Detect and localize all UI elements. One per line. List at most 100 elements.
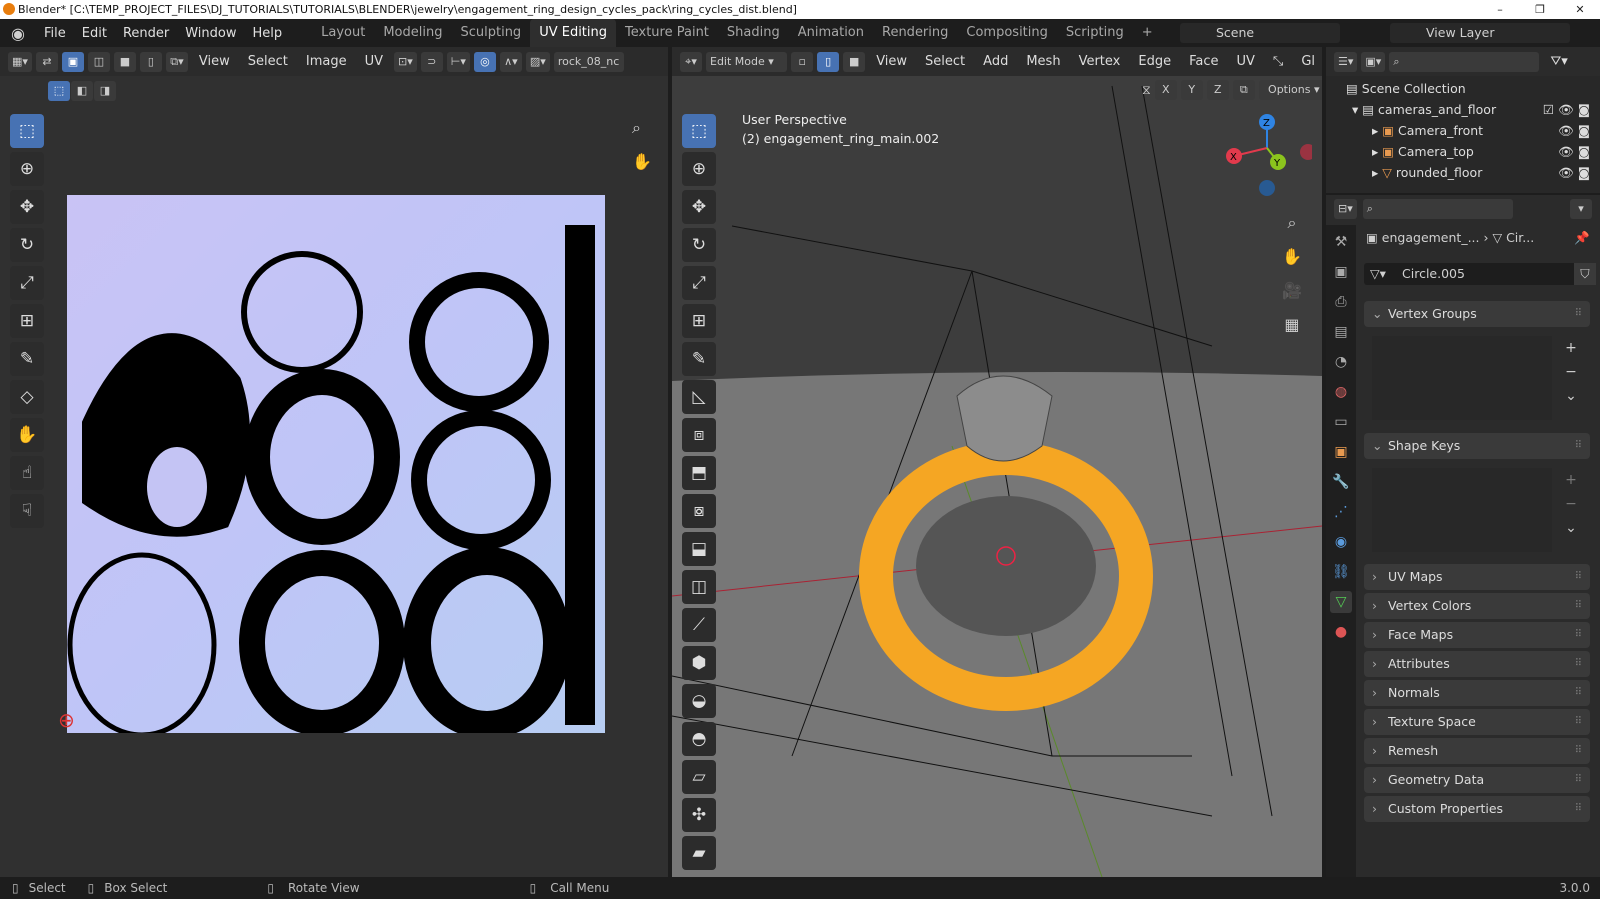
tab-sculpting[interactable]: Sculpting xyxy=(451,19,530,47)
falloff-icon[interactable]: ∧▾ xyxy=(499,51,522,72)
visibility-icons[interactable]: 👁 ◙ xyxy=(1558,120,1590,141)
material-tab-icon[interactable]: ● xyxy=(1330,621,1352,643)
mode-selector[interactable]: Edit Mode ▾ xyxy=(706,51,788,72)
smooth-tool-icon[interactable]: ◓ xyxy=(682,722,716,756)
face-select-mode-icon[interactable]: ■ xyxy=(113,51,136,72)
bevel-tool-icon[interactable]: ⬓ xyxy=(682,532,716,566)
pan-view-icon[interactable]: ✋ xyxy=(632,152,652,171)
tab-shading[interactable]: Shading xyxy=(718,19,789,47)
vertex-mode-icon[interactable]: ▫ xyxy=(791,51,814,72)
section-vertex-colors[interactable]: › Vertex Colors ⠿ xyxy=(1364,593,1590,619)
inset-tool-icon[interactable]: ⧇ xyxy=(682,494,716,528)
cursor-tool-icon[interactable]: ⊕ xyxy=(10,152,44,186)
physics-tab-icon[interactable]: ◉ xyxy=(1330,531,1352,553)
tab-texture-paint[interactable]: Texture Paint xyxy=(616,19,718,47)
vertex-select-mode-icon[interactable]: ▣ xyxy=(61,51,84,72)
outliner-item-scene-collection[interactable]: ▤ Scene Collection xyxy=(1326,78,1600,99)
section-attributes[interactable]: › Attributes ⠿ xyxy=(1364,651,1590,677)
image-browse-icon[interactable]: ▨▾ xyxy=(525,51,550,72)
uv-editor[interactable]: ⬚ ◧ ◨ ⬚ ⊕ ✥ ↻ ⤢ ⊞ ✎ ◇ ✋ ☝ ☟ ⌕ ✋ ⊕ xyxy=(0,76,668,877)
tab-modeling[interactable]: Modeling xyxy=(374,19,451,47)
sync-selection-icon[interactable]: ⇄ xyxy=(35,51,58,72)
remove-vertex-group-icon[interactable]: − xyxy=(1560,360,1582,384)
loop-cut-tool-icon[interactable]: ◫ xyxy=(682,570,716,604)
section-normals[interactable]: › Normals ⠿ xyxy=(1364,680,1590,706)
viewport-menu-view[interactable]: View xyxy=(869,54,914,69)
visibility-icons[interactable]: ☑ 👁 ◙ xyxy=(1543,99,1590,120)
pivot-icon[interactable]: ⊡▾ xyxy=(394,51,417,72)
viewport-menu-vertex[interactable]: Vertex xyxy=(1072,54,1128,69)
island-select-mode-icon[interactable]: ▯ xyxy=(139,51,162,72)
camera-view-icon[interactable]: 🎥 xyxy=(1282,274,1302,308)
edge-mode-icon[interactable]: ▯ xyxy=(817,51,840,72)
scale-tool-icon[interactable]: ⤢ xyxy=(682,266,716,300)
knife-tool-icon[interactable]: ⟋ xyxy=(682,608,716,642)
mirror-x-toggle[interactable]: X xyxy=(1154,80,1177,100)
outliner-type-icon[interactable]: ☰▾ xyxy=(1334,51,1358,72)
menu-file[interactable]: File xyxy=(36,26,74,41)
view-layer-selector[interactable]: View Layer xyxy=(1390,23,1570,43)
blender-menu-icon[interactable]: ◉ xyxy=(0,24,36,43)
section-remesh[interactable]: › Remesh ⠿ xyxy=(1364,738,1590,764)
mirror-z-toggle[interactable]: Z xyxy=(1206,80,1229,100)
shape-key-menu-icon[interactable]: ⌄ xyxy=(1560,516,1582,540)
mirror-y-toggle[interactable]: Y xyxy=(1180,80,1203,100)
uv-menu-view[interactable]: View xyxy=(192,54,237,69)
transform-orientation-icon[interactable]: ⤡ xyxy=(1266,54,1290,69)
menu-help[interactable]: Help xyxy=(245,26,291,41)
modifier-tab-icon[interactable]: 🔧 xyxy=(1330,471,1352,493)
remove-shape-key-icon[interactable]: − xyxy=(1560,492,1582,516)
menu-render[interactable]: Render xyxy=(115,26,177,41)
section-shape-keys[interactable]: ⌄ Shape Keys ⠿ xyxy=(1364,433,1590,459)
mesh-data-tab-icon[interactable]: ▽ xyxy=(1330,591,1352,613)
properties-search-input[interactable]: ⌕ xyxy=(1362,199,1513,219)
spin-tool-icon[interactable]: ◒ xyxy=(682,684,716,718)
visibility-icons[interactable]: 👁 ◙ xyxy=(1558,141,1590,162)
vertex-groups-list[interactable] xyxy=(1372,336,1552,420)
viewport-menu-select[interactable]: Select xyxy=(918,54,972,69)
mirror-icon[interactable]: ⧖ xyxy=(1142,82,1151,98)
view-layer-tab-icon[interactable]: ▤ xyxy=(1330,321,1352,343)
move-tool-icon[interactable]: ✥ xyxy=(682,190,716,224)
object-tab-icon[interactable]: ▣ xyxy=(1330,441,1352,463)
viewport-menu-add[interactable]: Add xyxy=(976,54,1015,69)
editor-type-icon[interactable]: ⌖▾ xyxy=(680,51,702,72)
fake-user-icon[interactable]: ⛉ xyxy=(1574,263,1596,285)
display-mode-icon[interactable]: ▣▾ xyxy=(1361,51,1386,72)
uv-image-canvas[interactable] xyxy=(67,195,605,733)
add-vertex-group-icon[interactable]: + xyxy=(1560,336,1582,360)
measure-tool-icon[interactable]: ◺ xyxy=(682,380,716,414)
menu-edit[interactable]: Edit xyxy=(74,26,115,41)
select-subtract-icon[interactable]: ◨ xyxy=(94,81,116,101)
select-extend-icon[interactable]: ◧ xyxy=(71,81,93,101)
maximize-button[interactable]: ❐ xyxy=(1520,0,1560,19)
add-shape-key-icon[interactable]: + xyxy=(1560,468,1582,492)
outliner-item-camera-top[interactable]: ▸ ▣ Camera_top 👁 ◙ xyxy=(1326,141,1600,162)
extrude-tool-icon[interactable]: ⬒ xyxy=(682,456,716,490)
tab-uv-editing[interactable]: UV Editing xyxy=(530,19,617,47)
section-geometry-data[interactable]: › Geometry Data ⠿ xyxy=(1364,767,1590,793)
pan-icon[interactable]: ✋ xyxy=(1282,240,1302,274)
editor-type-icon[interactable]: ▦▾ xyxy=(8,51,32,72)
shear-tool-icon[interactable]: ▰ xyxy=(682,836,716,870)
rotate-tool-icon[interactable]: ↻ xyxy=(10,228,44,262)
image-name-field[interactable]: rock_08_nc xyxy=(553,51,624,72)
rip-tool-icon[interactable]: ◇ xyxy=(10,380,44,414)
move-tool-icon[interactable]: ✥ xyxy=(10,190,44,224)
proportional-edit-icon[interactable]: ◎ xyxy=(473,51,496,72)
section-vertex-groups[interactable]: ⌄ Vertex Groups ⠿ xyxy=(1364,301,1590,327)
properties-options-icon[interactable]: ▾ xyxy=(1570,199,1592,219)
uv-menu-image[interactable]: Image xyxy=(299,54,354,69)
output-tab-icon[interactable]: ⎙ xyxy=(1330,291,1352,313)
shrink-fatten-tool-icon[interactable]: ✣ xyxy=(682,798,716,832)
grab-tool-icon[interactable]: ✋ xyxy=(10,418,44,452)
scene-tab-icon[interactable]: ◔ xyxy=(1330,351,1352,373)
visibility-icons[interactable]: 👁 ◙ xyxy=(1558,162,1590,183)
properties-type-icon[interactable]: ⊟▾ xyxy=(1334,199,1357,219)
select-box-tool-icon[interactable]: ⬚ xyxy=(10,114,44,148)
cursor-tool-icon[interactable]: ⊕ xyxy=(682,152,716,186)
outliner-search-input[interactable]: ⌕ xyxy=(1389,51,1540,72)
zoom-icon[interactable]: ⌕ xyxy=(1282,206,1302,240)
scale-tool-icon[interactable]: ⤢ xyxy=(10,266,44,300)
select-box-tool-icon[interactable]: ⬚ xyxy=(682,114,716,148)
